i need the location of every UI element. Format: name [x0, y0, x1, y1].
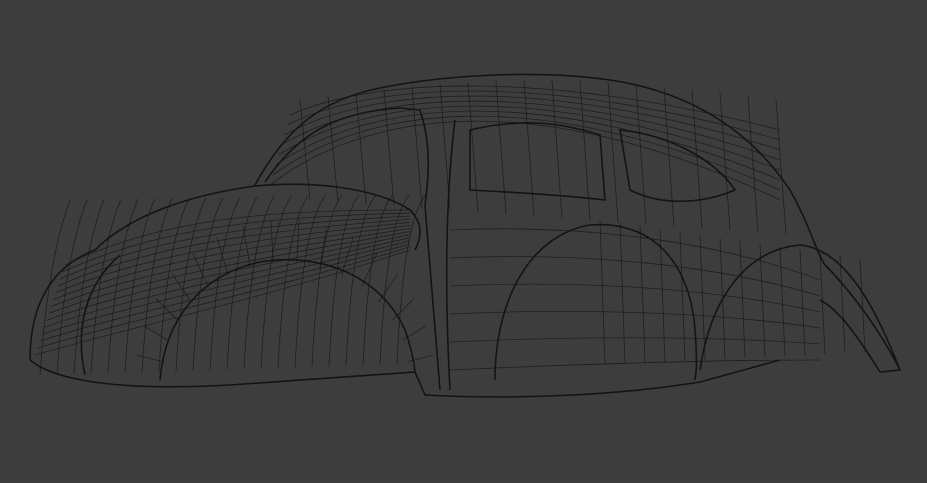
door-edge [424, 119, 456, 391]
3d-viewport[interactable] [0, 0, 927, 483]
mesh-edge [495, 80, 507, 215]
mesh-edge [599, 219, 606, 366]
mesh-edge [296, 220, 300, 263]
rear-window-edge [619, 129, 736, 202]
mesh-edge [44, 237, 411, 328]
mesh-edge [449, 311, 821, 329]
mesh-edge [281, 100, 781, 161]
mesh-edge [209, 196, 241, 371]
mesh-edge [747, 96, 759, 233]
mesh-edge [272, 115, 781, 191]
mesh-edge [155, 298, 178, 321]
car-wireframe-mesh[interactable] [0, 0, 927, 483]
mesh-edge [242, 226, 251, 267]
mesh-edge [779, 246, 786, 357]
mesh-edge [859, 258, 866, 353]
mesh-edge [739, 240, 746, 359]
mesh-edge [775, 99, 787, 235]
mesh-edge [691, 89, 703, 229]
mesh-edge [839, 255, 846, 354]
mesh-edge [55, 221, 411, 294]
mesh-edge [355, 92, 367, 205]
mesh-edge [449, 256, 821, 297]
mesh-grid-lines [34, 80, 866, 376]
mesh-edge [819, 252, 826, 355]
mesh-edge [635, 84, 647, 225]
mesh-edge [62, 212, 411, 273]
mesh-edge [719, 92, 731, 231]
mesh-edge [158, 197, 190, 372]
headlight-fender [80, 254, 121, 376]
mesh-edge [275, 110, 781, 181]
mesh-edge [362, 194, 394, 366]
mesh-edge [192, 197, 224, 371]
rear-wheel-arch [494, 223, 698, 381]
mesh-edge [37, 246, 411, 349]
mesh-edge [41, 240, 411, 335]
mesh-edge [639, 225, 646, 364]
front-wheel-arch [159, 258, 416, 381]
mesh-edge [411, 86, 423, 209]
roof-edge [254, 73, 826, 266]
mesh-edge [378, 273, 398, 303]
mesh-edge [449, 228, 821, 281]
rear-fender-tail [819, 264, 901, 373]
mesh-edge [216, 237, 229, 275]
mesh-edge [699, 234, 706, 361]
side-window-edge [469, 122, 606, 201]
mesh-edge [392, 298, 415, 321]
mesh-edge [679, 231, 686, 362]
mesh-edge [579, 80, 591, 221]
mesh-edge [799, 249, 806, 356]
mesh-edge [396, 193, 428, 365]
mesh-edge [277, 195, 309, 369]
mesh-edge [619, 222, 626, 365]
mesh-edge [34, 249, 411, 356]
mesh-edge [523, 80, 535, 217]
mesh-edge [143, 325, 168, 341]
mesh-edge [136, 354, 162, 362]
